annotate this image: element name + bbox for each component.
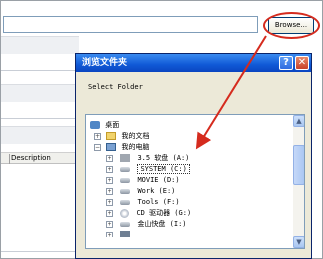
dialog-prompt: Select Folder xyxy=(88,83,143,91)
tree-item-partial[interactable]: + xyxy=(106,229,133,237)
folder-icon xyxy=(106,132,117,140)
tree-item-label: SYSTEM (C:) xyxy=(137,164,190,174)
dialog-titlebar[interactable]: 浏览文件夹 xyxy=(76,54,311,72)
computer-icon xyxy=(106,143,117,151)
tree-item-label: 我的电脑 xyxy=(121,143,150,151)
background-band xyxy=(1,84,79,102)
background-band xyxy=(1,36,79,54)
scroll-down-button[interactable]: ▼ xyxy=(293,236,304,248)
description-column-header[interactable]: Description xyxy=(1,152,79,164)
tree-item-label: 桌面 xyxy=(105,121,120,129)
cd-drive-icon xyxy=(120,208,130,218)
expand-icon[interactable]: + xyxy=(106,154,113,162)
collapse-icon[interactable]: − xyxy=(94,143,101,151)
scroll-up-button[interactable]: ▲ xyxy=(293,115,304,127)
tree-item-label: Work (E:) xyxy=(137,187,176,195)
tree-item-label: 3.5 软盘 (A:) xyxy=(137,154,190,162)
tree-scrollbar[interactable]: ▲ ▼ xyxy=(293,115,304,248)
hard-drive-icon xyxy=(120,199,131,205)
desktop-icon xyxy=(90,121,100,129)
browse-callout-ellipse xyxy=(263,12,320,39)
scroll-thumb[interactable] xyxy=(293,145,304,185)
expand-icon[interactable]: + xyxy=(106,187,113,195)
help-button[interactable]: ? xyxy=(279,56,293,70)
dialog-title: 浏览文件夹 xyxy=(82,58,128,68)
folder-tree[interactable]: 桌面 + 我的文档 − 我的电脑 + 3.5 软盘 (A:) + SYSTEM … xyxy=(85,114,305,249)
expand-icon[interactable]: + xyxy=(94,132,101,140)
expand-icon[interactable]: + xyxy=(106,209,113,217)
background-divider xyxy=(1,70,79,71)
column-separator xyxy=(9,154,10,164)
expand-icon[interactable]: + xyxy=(106,220,113,228)
folder-path-input[interactable] xyxy=(3,16,258,33)
drive-icon xyxy=(120,231,131,237)
browse-folder-dialog: 浏览文件夹 ? ✕ Select Folder 桌面 + 我的文档 − 我的电脑… xyxy=(75,53,312,259)
tree-item-label: MOVIE (D:) xyxy=(137,176,180,184)
description-header-label: Description xyxy=(11,154,51,162)
tree-item-label: 金山快盘 (I:) xyxy=(137,220,187,228)
tree-item-label: 我的文档 xyxy=(121,132,150,140)
floppy-drive-icon xyxy=(120,154,131,162)
description-list xyxy=(1,164,79,252)
background-divider xyxy=(1,118,79,119)
hard-drive-icon xyxy=(120,221,131,227)
expand-icon[interactable]: + xyxy=(106,176,113,184)
close-button[interactable]: ✕ xyxy=(295,56,309,70)
tree-item-label: Tools (F:) xyxy=(137,198,180,206)
expand-icon[interactable]: + xyxy=(106,198,113,206)
hard-drive-icon xyxy=(120,188,131,194)
hard-drive-icon xyxy=(120,177,131,183)
expand-icon[interactable]: + xyxy=(106,165,113,173)
tree-item-label: CD 驱动器 (G:) xyxy=(136,209,192,217)
hard-drive-icon xyxy=(120,166,131,172)
background-band xyxy=(1,126,79,144)
expand-icon[interactable]: + xyxy=(106,231,113,237)
